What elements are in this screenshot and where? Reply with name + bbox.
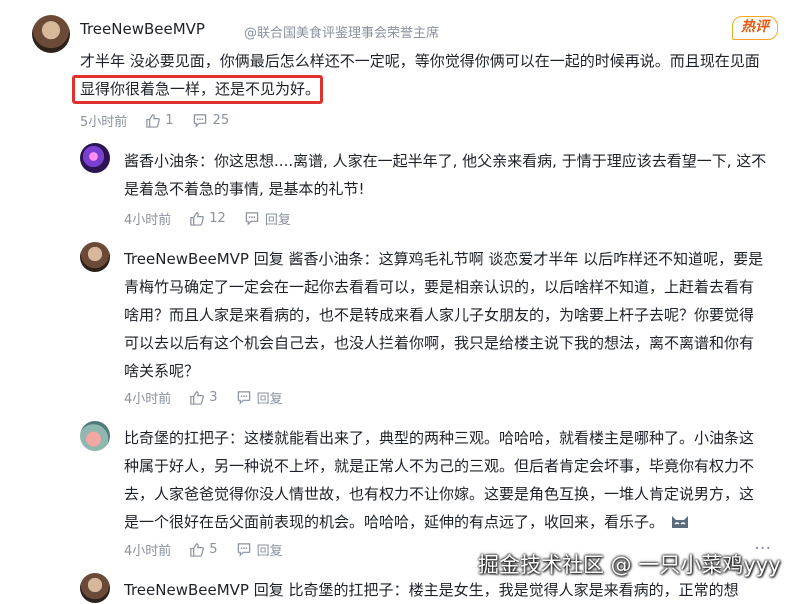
comment-time: 5小时前: [80, 115, 128, 130]
reply-label: 回复: [264, 213, 291, 228]
reply-line: 可以去以后有这个机会自己去，也没人拦着你啊，我只是给楼主说下我的想法，离不离谱和…: [124, 334, 755, 352]
reply-button[interactable]: 回复: [236, 388, 283, 407]
reply-line: 这楼就能看出来了，典型的两种三观。哈哈哈，就看楼主是哪种了。小油条这: [244, 429, 755, 447]
like-button[interactable]: 12: [189, 211, 226, 226]
hot-comment-badge: 热评: [732, 16, 778, 40]
comment-icon: [237, 391, 250, 405]
reply-line: 楼主是女生，我是觉得人家是来看病的，正常的想: [408, 581, 739, 599]
reply-button[interactable]: 回复: [244, 209, 291, 228]
reply-time: 4小时前: [124, 213, 172, 228]
comment-button[interactable]: 25: [192, 113, 230, 128]
reply-meta: 4小时前 5 回复: [124, 540, 283, 559]
reply-line: 你这思想....离谱, 人家在一起半年了, 他父亲来看病, 于情于理应该去看望一…: [214, 152, 767, 170]
like-button[interactable]: 1: [145, 113, 174, 128]
colon: ：: [199, 152, 215, 170]
reply-line: 啥关系呢？: [124, 362, 200, 380]
like-count: 3: [209, 390, 218, 405]
user-avatar[interactable]: [32, 15, 70, 53]
reply-time: 4小时前: [124, 544, 172, 559]
colon: ：: [393, 581, 409, 599]
reply-avatar[interactable]: [80, 242, 110, 272]
reply-avatar[interactable]: [80, 143, 110, 173]
reply-label: 回复: [256, 544, 283, 559]
reply-avatar[interactable]: [80, 421, 110, 451]
reply-text: 酱香小油条：你这思想....离谱, 人家在一起半年了, 他父亲来看病, 于情于理…: [124, 147, 784, 203]
comment-username[interactable]: TreeNewBeeMVP: [80, 20, 205, 38]
reply-time: 4小时前: [124, 392, 172, 407]
comment-icon: [245, 212, 259, 226]
like-button[interactable]: 3: [189, 390, 218, 405]
user-title: @联合国美食评鉴理事会荣誉主席: [244, 26, 440, 41]
reply-line: 是着急不着急的事情, 是基本的礼节!: [124, 180, 365, 198]
reply-text: TreeNewBeeMVP 回复 酱香小油条：这算鸡毛礼节啊 谈恋爱才半年 以后…: [124, 245, 784, 385]
watermark: 掘金技术社区 @ 一只小菜鸡yyy: [478, 553, 781, 577]
reply-username[interactable]: TreeNewBeeMVP: [124, 581, 249, 599]
reply-username[interactable]: TreeNewBeeMVP: [124, 250, 249, 268]
reply-button[interactable]: 回复: [236, 540, 283, 559]
reply-line: 这算鸡毛礼节啊 谈恋爱才半年 以后咋样还不知道呢，要是: [378, 250, 764, 268]
like-count: 1: [165, 113, 174, 128]
reply-word: 回复: [253, 581, 284, 599]
comment-icon: [237, 543, 250, 557]
like-button[interactable]: 5: [189, 542, 218, 557]
reply-line: 是一个很好在岳父面前表现的机会。哈哈哈，延伸的有点远了，收回来，看乐子。: [124, 513, 665, 531]
reply-line: 青梅竹马确定了一定会在一起你去看看可以，要是相亲认识的，以后啥样不知道，上赶着去…: [124, 278, 755, 296]
thumb-up-icon: [190, 391, 205, 405]
thumb-up-icon: [146, 114, 161, 128]
reply-target-username[interactable]: 比奇堡的扛把子: [289, 581, 394, 599]
like-count: 12: [209, 211, 226, 226]
reply-target-username[interactable]: 酱香小油条: [289, 250, 364, 268]
reply-meta: 4小时前 3 回复: [124, 388, 283, 407]
reply-username[interactable]: 比奇堡的扛把子: [124, 429, 229, 447]
reply-line: 去，人家爸爸觉得你没人情世故，也有权力不让你嫁。这要是角色互换，一堆人肯定说男方…: [124, 485, 755, 503]
reply-text: 比奇堡的扛把子：这楼就能看出来了，典型的两种三观。哈哈哈，就看楼主是哪种了。小油…: [124, 424, 784, 536]
highlight-box: [72, 75, 323, 104]
colon: ：: [363, 250, 379, 268]
reply-line: 种属于好人，另一种说不上坏，就是正常人不为己的三观。但后者肯定会坏事，毕竟你有权…: [124, 457, 755, 475]
thumb-up-icon: [190, 543, 205, 557]
comment-icon: [193, 114, 206, 128]
thumb-up-icon: [190, 212, 205, 226]
cat-emoji-icon: [671, 516, 688, 528]
comment-line: 才半年 没必要见面，你俩最后怎么样还不一定呢，等你觉得你俩可以在一起的时候再说。…: [80, 52, 760, 70]
colon: ：: [229, 429, 245, 447]
reply-meta: 4小时前 12 回复: [124, 209, 291, 228]
reply-text: TreeNewBeeMVP 回复 比奇堡的扛把子：楼主是女生，我是觉得人家是来看…: [124, 576, 784, 604]
comment-count: 25: [212, 113, 230, 128]
reply-line: 啥用？而且人家是来看病的，也不是转成来看人家儿子女朋友的，为啥要上杆子去呢？你要…: [124, 306, 755, 324]
reply-avatar[interactable]: [80, 573, 110, 603]
reply-word: 回复: [253, 250, 284, 268]
like-count: 5: [209, 542, 218, 557]
reply-label: 回复: [256, 392, 283, 407]
comment-meta: 5小时前 1 25: [80, 111, 229, 130]
reply-username[interactable]: 酱香小油条: [124, 152, 199, 170]
